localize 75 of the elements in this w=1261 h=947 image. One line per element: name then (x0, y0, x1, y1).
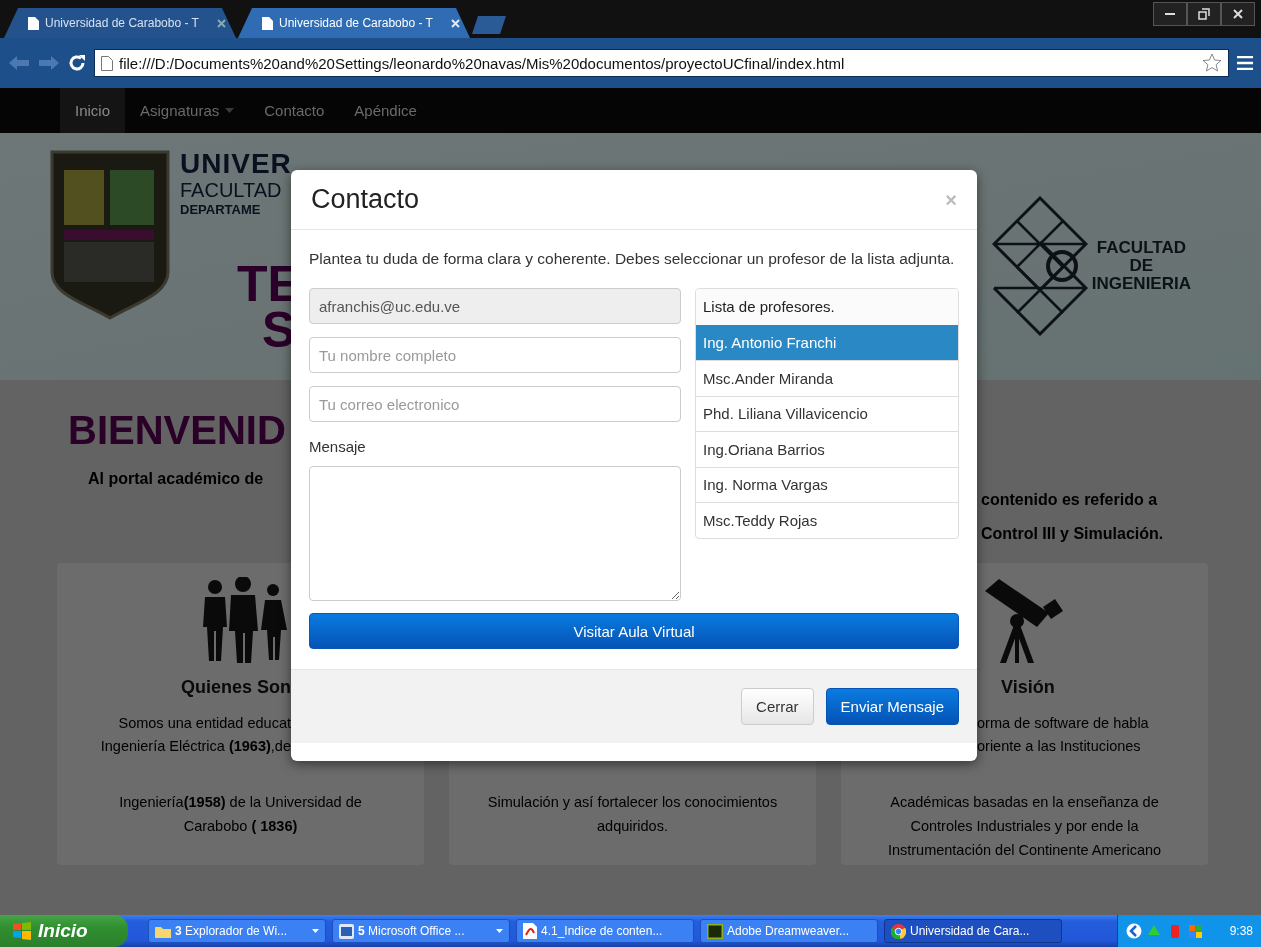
document-icon (339, 923, 354, 939)
taskbar-button[interactable]: 4.1_Indice de conten... (516, 919, 694, 943)
dialog-title: Contacto (311, 184, 420, 215)
taskbar-button[interactable]: Adobe Dreamweaver... (700, 919, 878, 943)
welcome-text: contenido es referido a (981, 491, 1159, 509)
send-button[interactable]: Enviar Mensaje (825, 688, 959, 725)
intro-text: Plantea tu duda de forma clara y coherente. Debes seleccionar un profesor de la lista adjunta. (309, 249, 956, 269)
page-icon (101, 55, 113, 71)
menu-icon[interactable] (1237, 56, 1253, 70)
browser-tab[interactable]: Universidad de Carabobo - T (4, 8, 236, 38)
university-title: UNIVER (180, 150, 292, 178)
close-icon (1232, 8, 1244, 20)
chevron-icon[interactable] (1126, 923, 1142, 939)
dreamweaver-icon (707, 923, 723, 939)
nav-link[interactable]: Inicio (60, 88, 126, 133)
professor-item[interactable]: Phd. Liliana Villavicencio (696, 395, 958, 431)
taskbar-button[interactable]: 5 Microsoft Office ... (332, 919, 510, 943)
professor-item[interactable]: Msc.Teddy Rojas (696, 502, 958, 538)
taskbar-button[interactable]: Universidad de Cara... (884, 919, 1062, 943)
subtitle-text: S (262, 307, 296, 353)
message-field[interactable] (309, 466, 681, 601)
input-field[interactable]: Tu correo electronico (309, 386, 681, 422)
input-field[interactable]: Tu nombre completo (309, 337, 681, 373)
clock-text: 9:38 (1229, 924, 1253, 938)
card-text: adquiridos. (597, 817, 668, 836)
card-text: oriente a las Instituciones (977, 737, 1141, 756)
page-icon (262, 16, 273, 30)
browser-tab[interactable]: Universidad de Carabobo - T (238, 8, 470, 38)
welcome-heading: BIENVENID (68, 407, 286, 454)
welcome-text: Control III y Simulación. (981, 525, 1165, 543)
professor-item[interactable]: Ing. Norma Vargas (696, 466, 958, 502)
windows-flag-icon (12, 922, 32, 940)
card-text: Instrumentación del Continente Americano (887, 841, 1162, 860)
star-icon[interactable] (1202, 53, 1222, 73)
minimize-icon (1165, 13, 1175, 15)
professor-item[interactable]: Msc.Ander Miranda (696, 360, 958, 396)
card-text: Ingeniería(1958) de la Universidad de (119, 793, 362, 812)
close-button[interactable] (1221, 2, 1255, 26)
card-text: Académicas basadas en la enseñanza de (890, 793, 1159, 812)
address-bar[interactable]: file:///D:/Documents%20and%20Settings/leonardo%20navas/Mis%20documentos/proyectoUCfinal/index.html (94, 49, 1229, 77)
professor-item[interactable]: Ing.Oriana Barrios (696, 431, 958, 467)
taskbar-button[interactable]: 3 Explorador de Wi... (148, 919, 326, 943)
card-text: Somos una entidad educat (118, 714, 291, 733)
card-text: Simulación y así fortalecer los conocimientos (487, 793, 778, 812)
page-icon (28, 16, 39, 30)
card-text: Ingeniería Eléctrica (1963),de (100, 737, 291, 756)
restore-button[interactable] (1187, 2, 1221, 26)
minimize-button[interactable] (1153, 2, 1187, 26)
message-label: Mensaje (309, 438, 367, 456)
new-tab-button[interactable] (472, 16, 506, 34)
department-text: DEPARTAME (180, 202, 261, 217)
lattice-emblem-icon (991, 196, 1088, 336)
emblem-text: FACULTAD DE INGENIERIA (1091, 239, 1191, 293)
nav-link[interactable]: Apéndice (339, 88, 432, 133)
nav-link[interactable]: Contacto (249, 88, 340, 133)
close-icon[interactable] (217, 18, 226, 28)
virtual-classroom-button[interactable]: Visitar Aula Virtual (309, 613, 959, 649)
list-header: Lista de profesores. (696, 289, 958, 325)
card-title: Quienes Son (180, 677, 291, 698)
browser-icon (891, 923, 906, 939)
professor-list[interactable]: Lista de profesores. Ing. Antonio Franchi Msc.Ander Miranda Phd. Liliana Villavicencio Ing.Oriana Barrios Ing. Norma Vargas Msc.Teddy Rojas (695, 288, 959, 539)
card-text: Carabobo ( 1836) (183, 817, 298, 836)
reload-icon[interactable] (68, 54, 86, 72)
close-button[interactable]: Cerrar (741, 688, 814, 725)
card-text: orma de software de habla (977, 714, 1149, 733)
welcome-text: Al portal académico de (88, 470, 265, 488)
restore-icon (1198, 8, 1210, 20)
start-button[interactable]: Inicio (0, 915, 128, 947)
professor-item[interactable]: Ing. Antonio Franchi (696, 324, 958, 360)
card-title: Visión (1001, 677, 1055, 698)
folder-icon (155, 924, 171, 938)
pdf-icon (523, 923, 537, 939)
nav-link[interactable]: Asignaturas (125, 88, 250, 133)
card-text: Controles Industriales y por ende la (910, 817, 1139, 836)
faculty-text: FACULTAD (180, 178, 282, 202)
